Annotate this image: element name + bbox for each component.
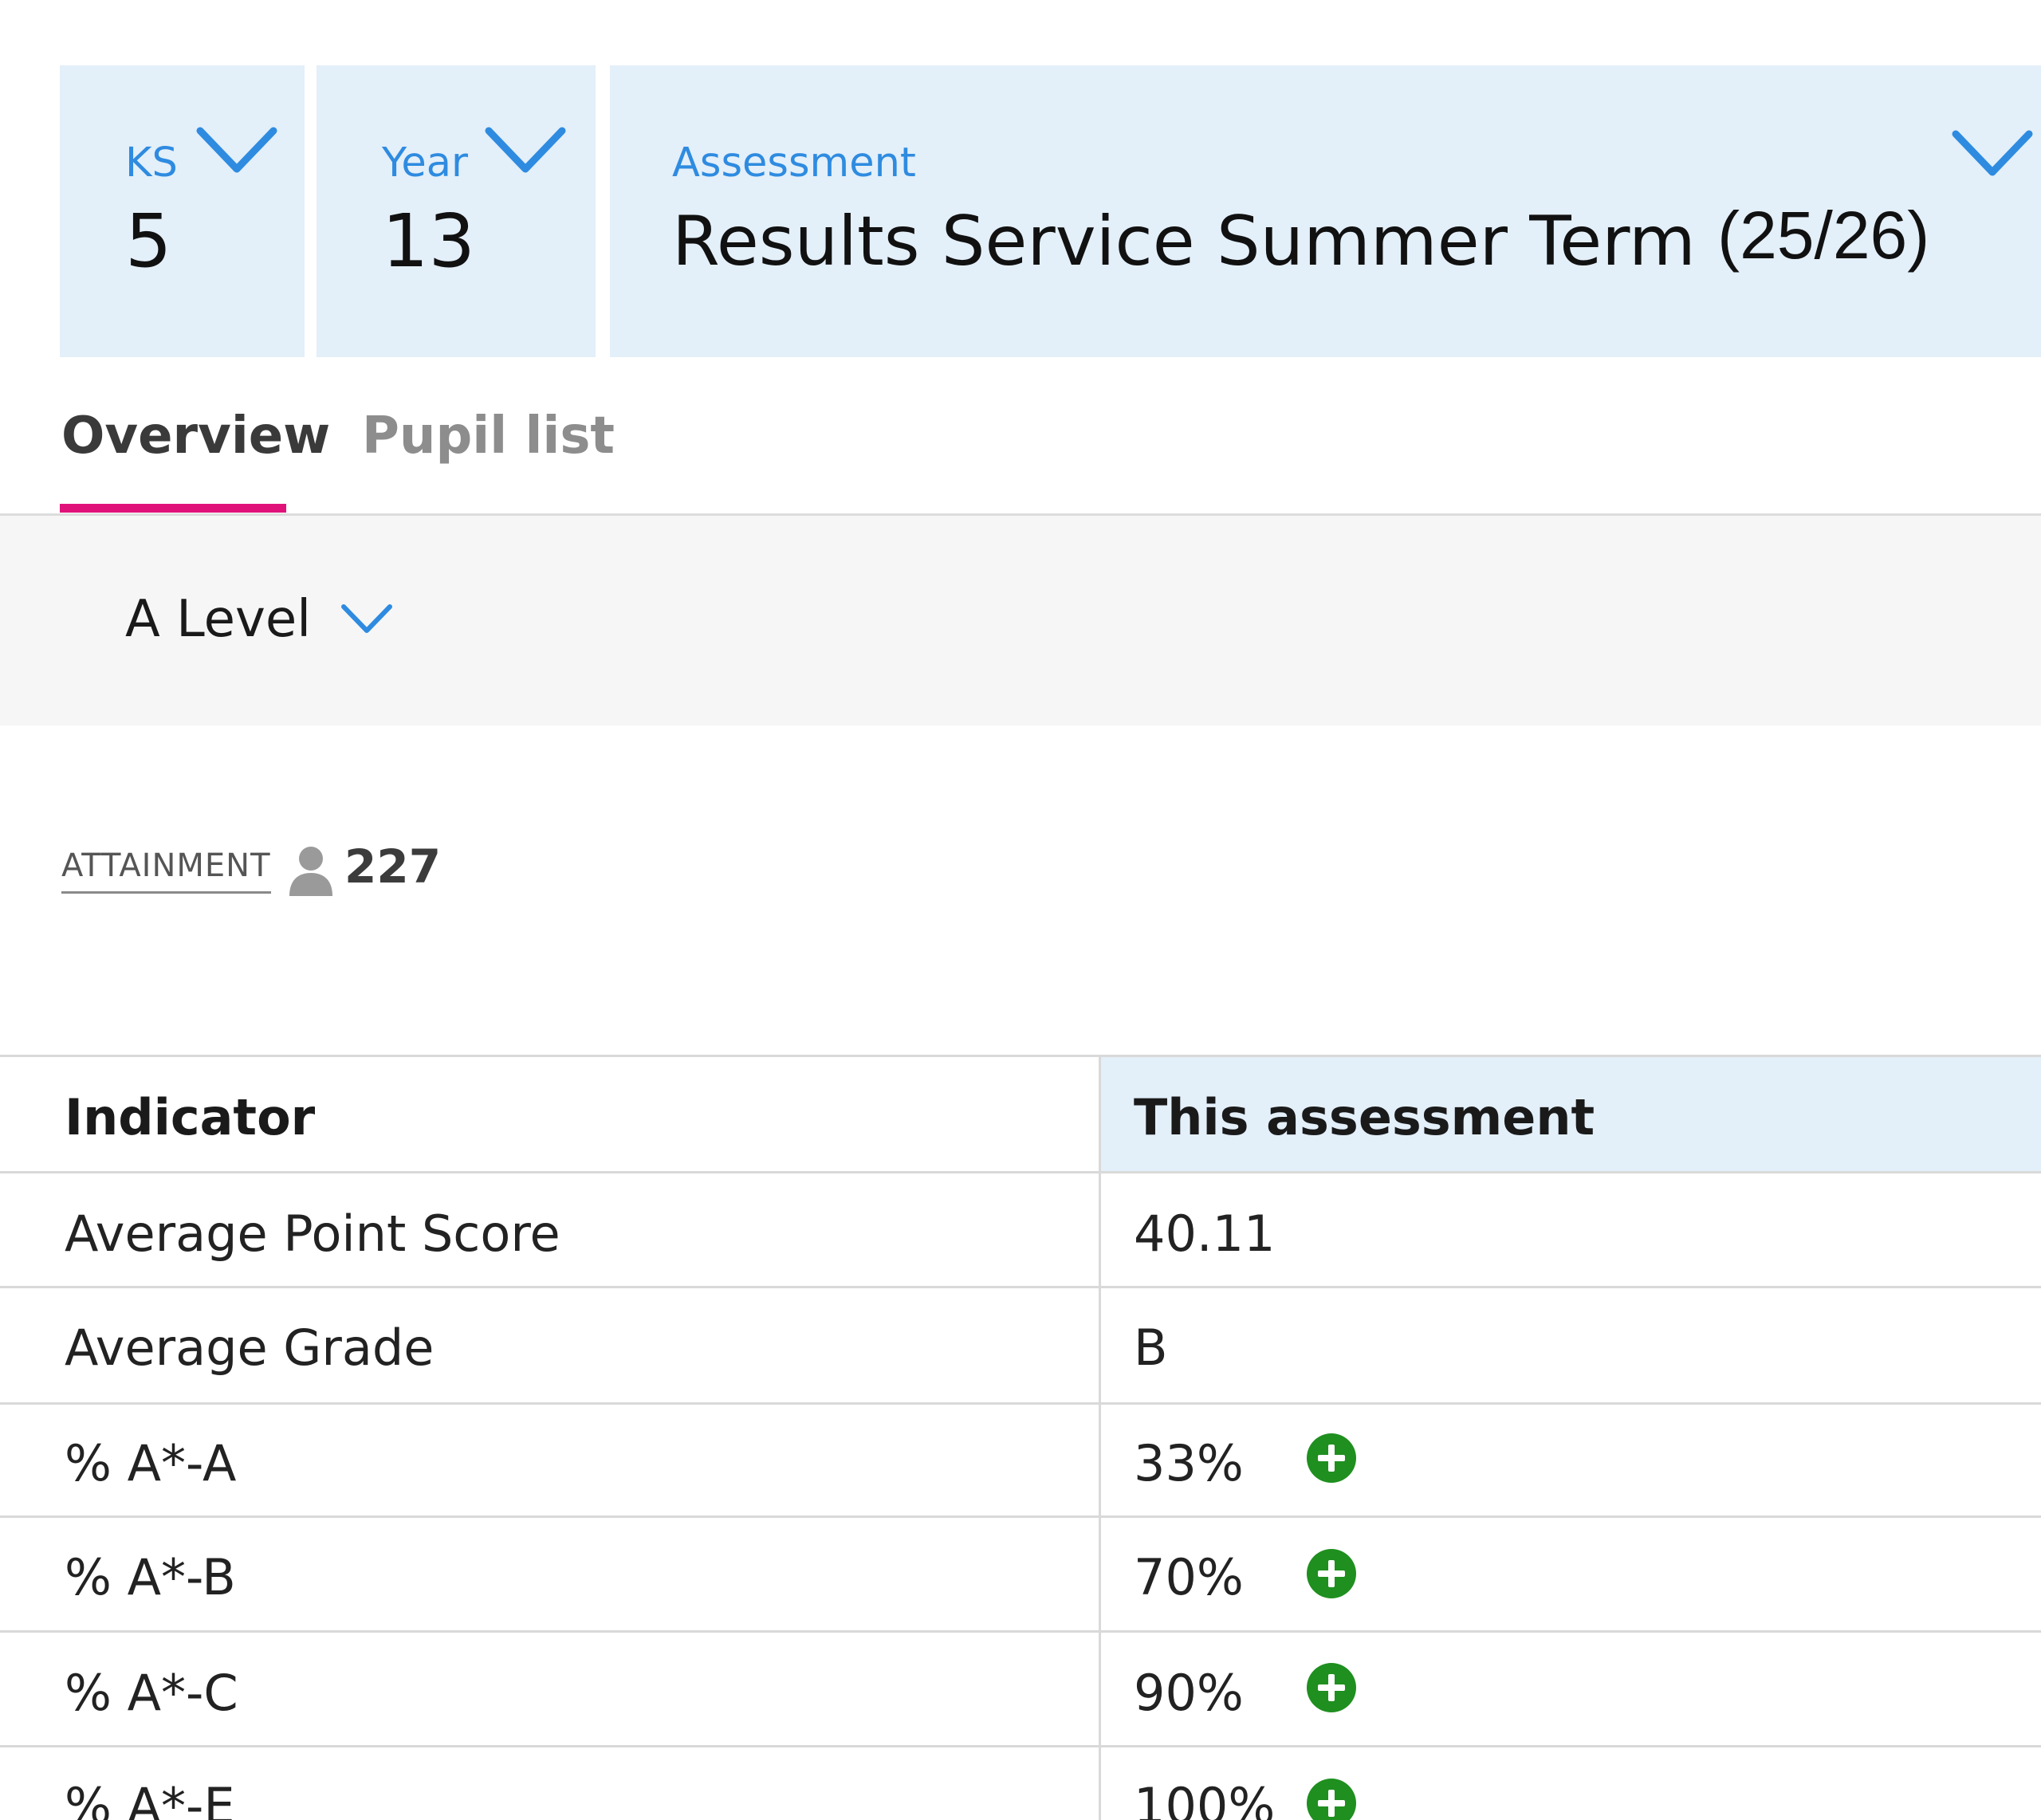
assessment-label: Assessment bbox=[672, 140, 916, 187]
row-indicator: % A*-E bbox=[65, 1777, 235, 1820]
table-divider bbox=[0, 1402, 2041, 1405]
plus-circle-icon[interactable] bbox=[1306, 1778, 1357, 1820]
table-divider bbox=[0, 1171, 2041, 1173]
row-indicator: % A*-C bbox=[65, 1664, 238, 1722]
ks-label: KS bbox=[125, 140, 178, 187]
row-indicator: Average Point Score bbox=[65, 1205, 560, 1263]
qualification-dropdown[interactable]: A Level bbox=[125, 594, 394, 645]
year-label: Year bbox=[382, 140, 468, 187]
person-icon bbox=[289, 847, 332, 896]
row-value: 33% bbox=[1134, 1434, 1244, 1492]
pupil-count: 227 bbox=[344, 839, 442, 894]
chevron-down-icon bbox=[341, 604, 393, 633]
row-value: 100% bbox=[1134, 1777, 1276, 1820]
plus-circle-icon[interactable] bbox=[1306, 1548, 1357, 1599]
chevron-down-icon bbox=[485, 127, 566, 173]
table-divider bbox=[0, 1745, 2041, 1747]
ks-selector[interactable]: KS 5 bbox=[60, 65, 305, 357]
header-this-assessment: This assessment bbox=[1134, 1088, 1595, 1146]
table-divider bbox=[0, 1515, 2041, 1518]
row-indicator: % A*-B bbox=[65, 1548, 236, 1606]
chevron-down-icon bbox=[1952, 130, 2033, 176]
assessment-selector[interactable]: Assessment Results Service Summer Term (… bbox=[610, 65, 2041, 357]
chevron-down-icon bbox=[196, 127, 277, 173]
attainment-label[interactable]: ATTAINMENT bbox=[61, 850, 271, 894]
row-value: 40.11 bbox=[1134, 1205, 1276, 1263]
row-indicator: % A*-A bbox=[65, 1434, 237, 1492]
plus-circle-icon[interactable] bbox=[1306, 1662, 1357, 1713]
column-divider bbox=[1099, 1055, 1101, 1820]
header-indicator: Indicator bbox=[65, 1088, 316, 1146]
assessment-term: (25/26) bbox=[1717, 198, 1930, 273]
row-value: 70% bbox=[1134, 1548, 1244, 1606]
year-selector[interactable]: Year 13 bbox=[317, 65, 596, 357]
tab-pupil-list[interactable]: Pupil list bbox=[362, 411, 615, 462]
row-value: 90% bbox=[1134, 1664, 1244, 1722]
plus-circle-icon[interactable] bbox=[1306, 1433, 1357, 1484]
row-value: B bbox=[1134, 1319, 1168, 1377]
year-value: 13 bbox=[382, 199, 476, 284]
table-divider bbox=[0, 1055, 2041, 1057]
page: KS 5 Year 13 Assessment Results Service … bbox=[0, 0, 2041, 1820]
row-indicator: Average Grade bbox=[65, 1319, 435, 1377]
tab-overview[interactable]: Overview bbox=[61, 411, 330, 462]
assessment-name: Results Service Summer Term bbox=[672, 202, 1696, 281]
ks-value: 5 bbox=[125, 199, 172, 284]
active-tab-indicator bbox=[60, 504, 286, 513]
table-divider bbox=[0, 1286, 2041, 1288]
assessment-value: Results Service Summer Term (25/26) bbox=[672, 202, 1929, 276]
table-divider bbox=[0, 1630, 2041, 1633]
qualification-value: A Level bbox=[125, 590, 312, 649]
